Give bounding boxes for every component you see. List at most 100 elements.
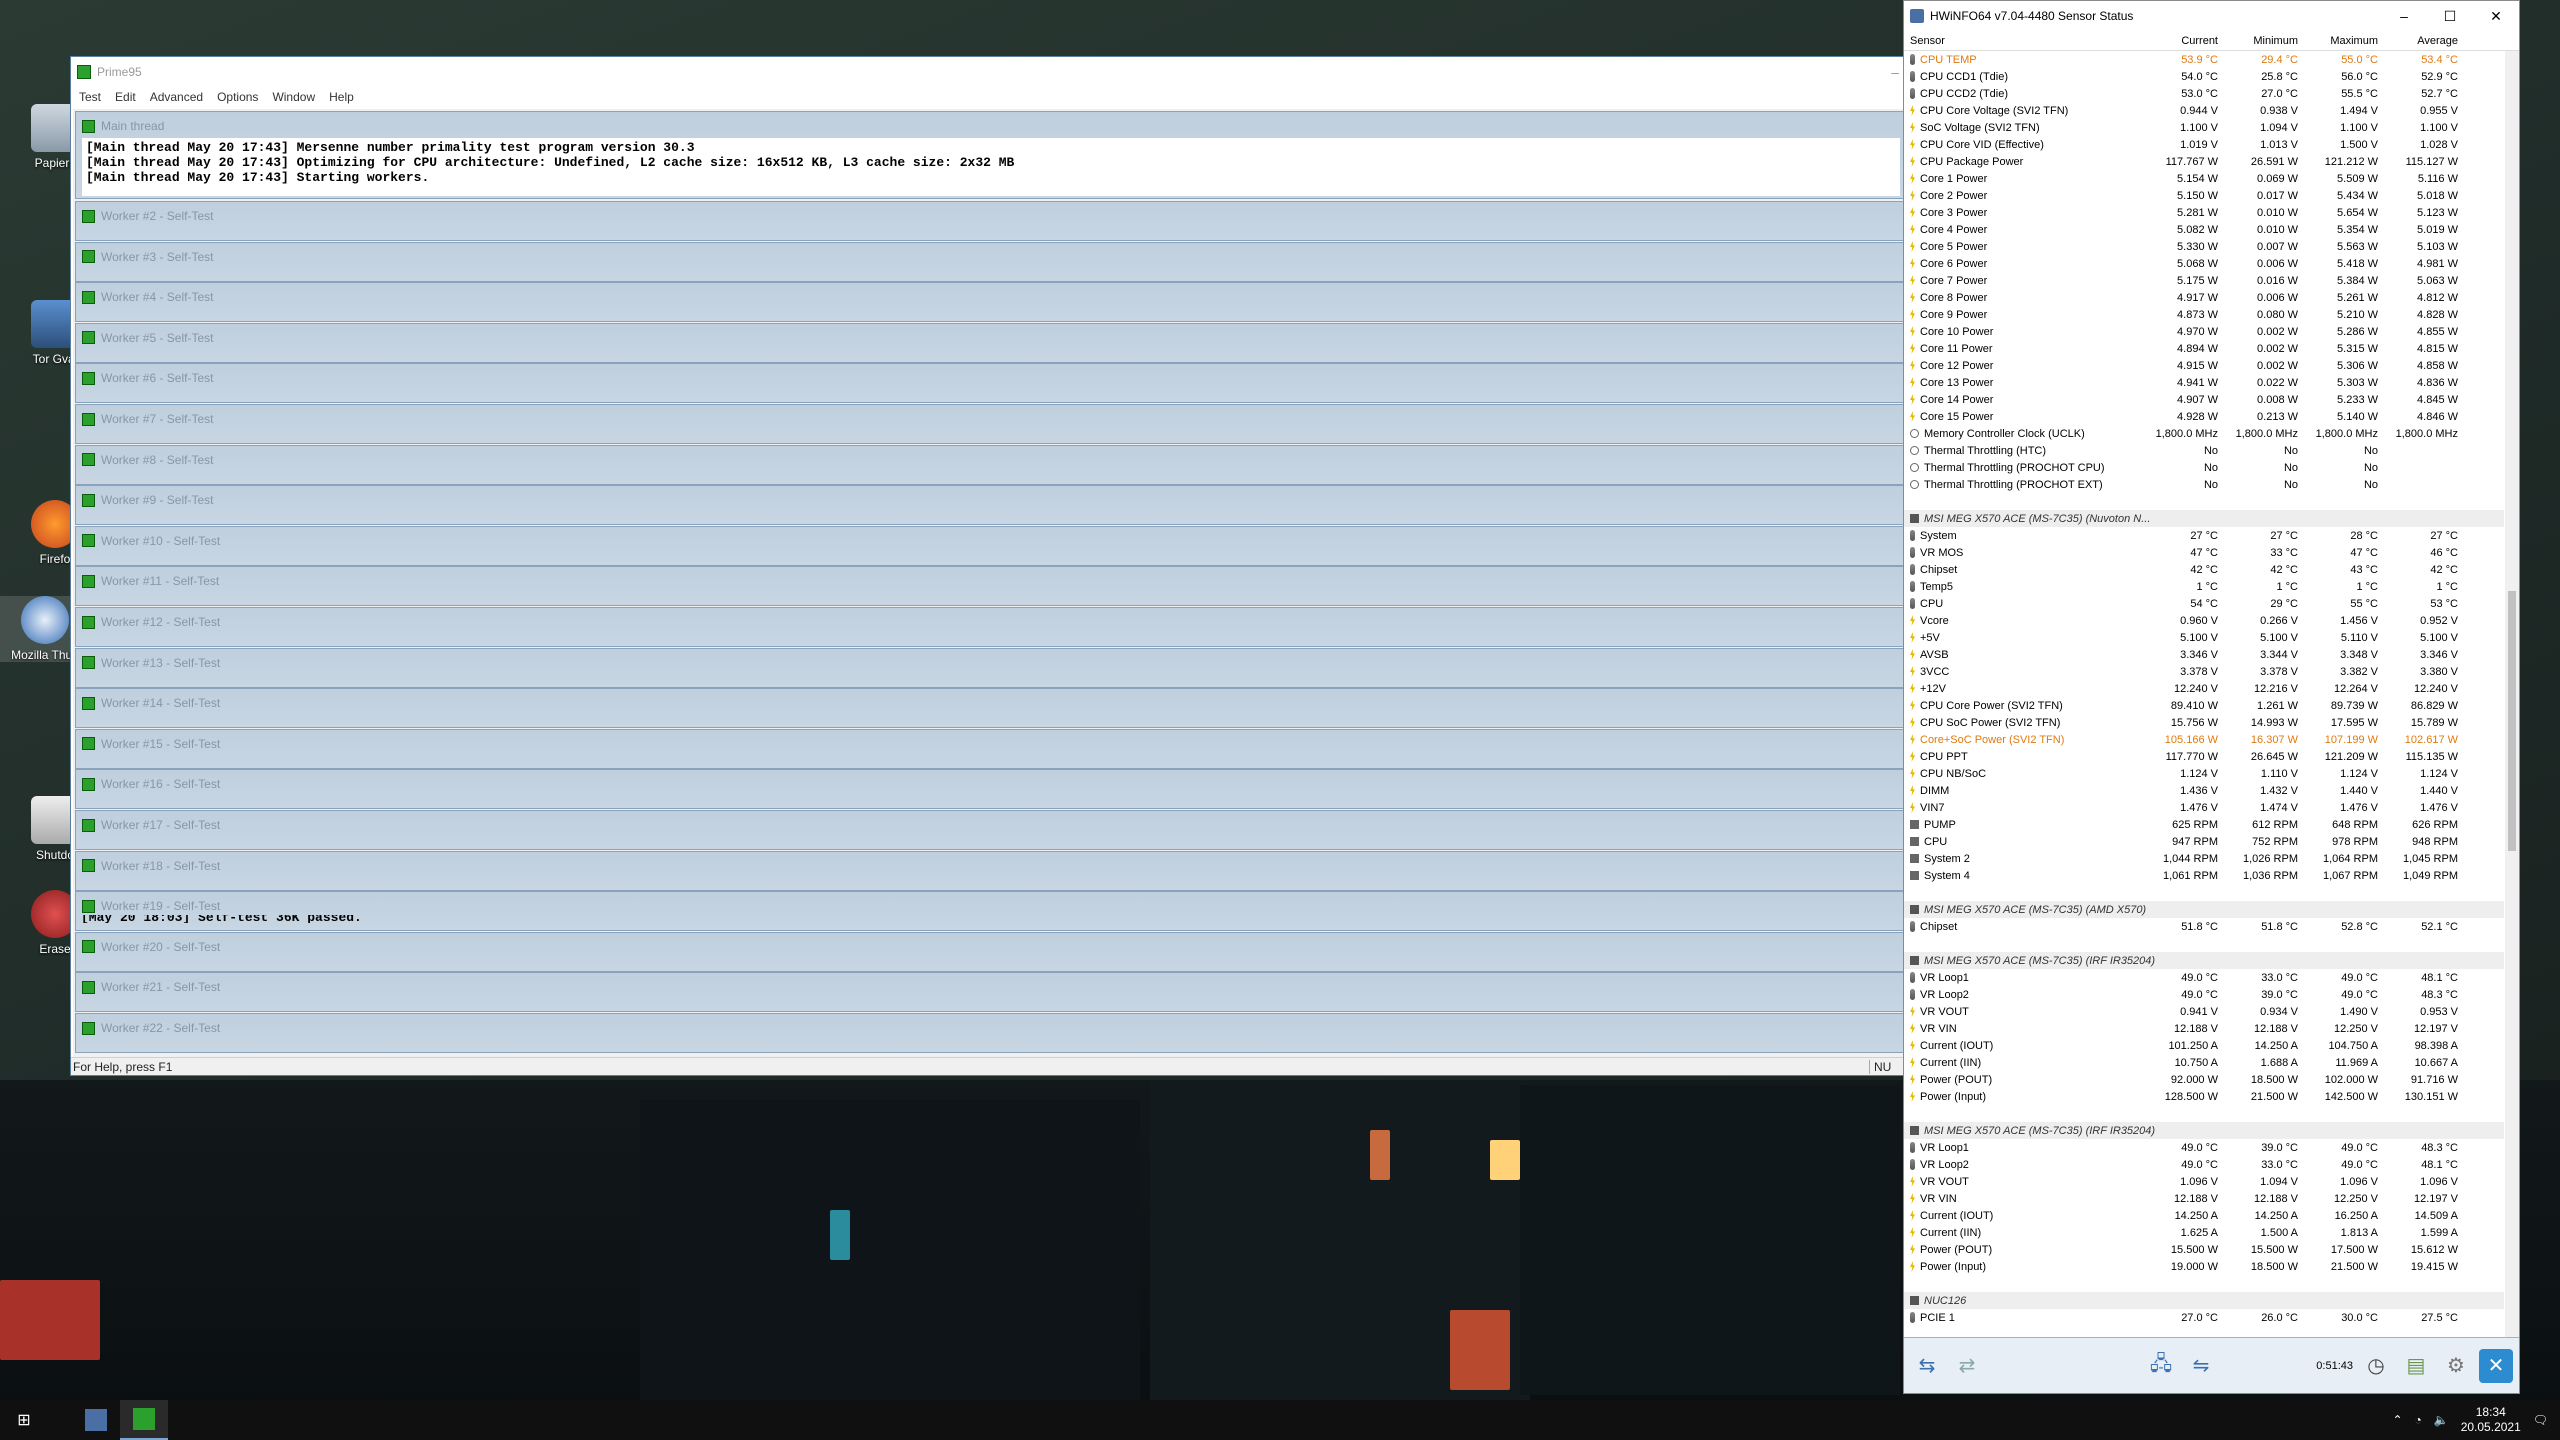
worker-caption[interactable]: Worker #11 - Self-Test [76,567,1906,595]
maximize-button[interactable]: ☐ [2427,8,2473,25]
sensor-row[interactable]: Chipset 51.8 °C 51.8 °C 52.8 °C 52.1 °C [1904,918,2504,935]
worker-caption[interactable]: Worker #2 - Self-Test [76,202,1906,230]
sensor-row[interactable]: Current (IIN) 10.750 A 1.688 A 11.969 A 10.6… [1904,1054,2504,1071]
arrows-left-right-icon[interactable]: ⇆ [1910,1349,1944,1383]
sensor-row[interactable]: Vcore 0.960 V 0.266 V 1.456 V 0.952 V [1904,612,2504,629]
sensor-row[interactable]: Core 12 Power 4.915 W 0.002 W 5.306 W 4.858 … [1904,357,2504,374]
worker-caption[interactable]: Worker #14 - Self-Test [76,689,1906,717]
sensor-row[interactable]: VIN7 1.476 V 1.474 V 1.476 V 1.476 V [1904,799,2504,816]
sensor-row[interactable]: Core 6 Power 5.068 W 0.006 W 5.418 W 4.981 W [1904,255,2504,272]
sensor-row[interactable]: Power (Input) 19.000 W 18.500 W 21.500 W 19.… [1904,1258,2504,1275]
sensor-row[interactable]: VR Loop2 49.0 °C 33.0 °C 49.0 °C 48.1 °C [1904,1156,2504,1173]
sensor-row[interactable]: System 27 °C 27 °C 28 °C 27 °C [1904,527,2504,544]
sensor-group-header[interactable]: MSI MEG X570 ACE (MS-7C35) (Nuvoton N... [1904,510,2504,527]
sensor-row[interactable]: CPU Package Power 117.767 W 26.591 W 121.21… [1904,153,2504,170]
scrollbar-thumb[interactable] [2508,591,2516,851]
sensor-row[interactable]: PUMP 625 RPM 612 RPM 648 RPM 626 RPM [1904,816,2504,833]
sensor-row[interactable]: VR VOUT 1.096 V 1.094 V 1.096 V 1.096 V [1904,1173,2504,1190]
sensor-row[interactable]: Power (POUT) 92.000 W 18.500 W 102.000 W 91.… [1904,1071,2504,1088]
hwinfo-window[interactable]: HWiNFO64 v7.04-4480 Sensor Status – ☐ ✕ … [1903,0,2520,1394]
worker-caption[interactable]: Worker #4 - Self-Test [76,283,1906,311]
sensor-row[interactable]: VR Loop2 49.0 °C 39.0 °C 49.0 °C 48.3 °C [1904,986,2504,1003]
worker-window[interactable]: Worker #8 - Self-Test [75,444,1907,485]
sensor-row[interactable]: CPU Core Voltage (SVI2 TFN) 0.944 V 0.938 … [1904,102,2504,119]
prime95-window[interactable]: Prime95 – Test Edit Advanced Options Win… [70,56,1910,1076]
worker-caption[interactable]: Worker #5 - Self-Test [76,324,1906,352]
sensor-row[interactable]: Core 7 Power 5.175 W 0.016 W 5.384 W 5.063 W [1904,272,2504,289]
network-tray-icon[interactable]: ◔ [2415,1413,2422,1427]
sensor-row[interactable]: Power (POUT) 15.500 W 15.500 W 17.500 W 15.6… [1904,1241,2504,1258]
menu-advanced[interactable]: Advanced [150,90,203,104]
menu-window[interactable]: Window [272,90,315,104]
column-header-minimum[interactable]: Minimum [2224,35,2304,47]
worker-window[interactable]: Worker #4 - Self-Test [75,282,1907,323]
taskbar-app-hwinfo[interactable] [72,1400,120,1440]
sensor-row[interactable]: System 4 1,061 RPM 1,036 RPM 1,067 RPM 1,049… [1904,867,2504,884]
close-sensors-icon[interactable]: ✕ [2479,1348,2513,1383]
worker-window[interactable]: Worker #13 - Self-Test [75,647,1907,688]
worker-window[interactable]: Worker #14 - Self-Test [75,688,1907,729]
sensor-row[interactable]: Core 2 Power 5.150 W 0.017 W 5.434 W 5.018 W [1904,187,2504,204]
sensor-row[interactable]: Chipset 42 °C 42 °C 43 °C 42 °C [1904,561,2504,578]
worker-window[interactable]: Worker #20 - Self-Test [75,931,1907,972]
sensor-row[interactable]: +12V 12.240 V 12.216 V 12.264 V 12.240 V [1904,680,2504,697]
start-button[interactable]: ⊞ [0,1400,48,1440]
worker-window[interactable]: Worker #5 - Self-Test [75,322,1907,363]
column-header-sensor[interactable]: Sensor [1904,35,2144,47]
menu-test[interactable]: Test [79,90,101,104]
hwinfo-title-bar[interactable]: HWiNFO64 v7.04-4480 Sensor Status – ☐ ✕ [1904,1,2519,31]
worker-window[interactable]: Worker #7 - Self-Test [75,404,1907,444]
sensor-group-header[interactable]: MSI MEG X570 ACE (MS-7C35) (AMD X570) [1904,901,2504,918]
worker-caption[interactable]: Worker #6 - Self-Test [76,364,1906,392]
sensor-row[interactable]: VR VOUT 0.941 V 0.934 V 1.490 V 0.953 V [1904,1003,2504,1020]
minimize-button[interactable]: – [1891,64,1899,80]
sensor-group-header[interactable]: MSI MEG X570 ACE (MS-7C35) (IRF IR35204) [1904,1122,2504,1139]
sensor-group-header[interactable]: NUC126 [1904,1292,2504,1309]
worker-window[interactable]: Worker #3 - Self-Test [75,241,1907,282]
taskbar-app-prime95[interactable] [120,1400,168,1440]
sensor-row[interactable]: DIMM 1.436 V 1.432 V 1.440 V 1.440 V [1904,782,2504,799]
sensor-row[interactable]: System 2 1,044 RPM 1,026 RPM 1,064 RPM 1,045… [1904,850,2504,867]
sensor-row[interactable]: Core 4 Power 5.082 W 0.010 W 5.354 W 5.019 W [1904,221,2504,238]
notification-icon[interactable]: 🗨 [2533,1413,2548,1427]
sensor-group-header[interactable]: MSI MEG X570 ACE (MS-7C35) (IRF IR35204) [1904,952,2504,969]
sensor-row[interactable]: Core 8 Power 4.917 W 0.006 W 5.261 W 4.812 W [1904,289,2504,306]
sensor-scrollbar[interactable] [2505,51,2519,1337]
sensor-row[interactable]: Power (Input) 128.500 W 21.500 W 142.500 W 1… [1904,1088,2504,1105]
add-report-icon[interactable]: ▤ [2399,1349,2433,1383]
worker-caption[interactable]: Worker #20 - Self-Test [76,933,1906,961]
sensor-row[interactable]: VR VIN 12.188 V 12.188 V 12.250 V 12.197 V [1904,1190,2504,1207]
sensor-row[interactable]: VR Loop1 49.0 °C 39.0 °C 49.0 °C 48.3 °C [1904,1139,2504,1156]
worker-caption[interactable]: Worker #16 - Self-Test [76,770,1906,798]
sensor-row[interactable]: SoC Voltage (SVI2 TFN) 1.100 V 1.094 V 1.10… [1904,119,2504,136]
worker-window[interactable]: Worker #15 - Self-Test [75,728,1907,769]
worker-caption[interactable]: Worker #8 - Self-Test [76,446,1906,474]
worker-caption[interactable]: Worker #17 - Self-Test [76,811,1906,839]
column-header-maximum[interactable]: Maximum [2304,35,2384,47]
network-sync-icon[interactable]: ⇋ [2184,1349,2218,1383]
menu-options[interactable]: Options [217,90,258,104]
worker-window[interactable]: Worker #10 - Self-Test [75,525,1907,566]
sensor-row[interactable]: VR MOS 47 °C 33 °C 47 °C 46 °C [1904,544,2504,561]
sensor-row[interactable]: PCIE 1 27.0 °C 26.0 °C 30.0 °C 27.5 °C [1904,1309,2504,1326]
menu-edit[interactable]: Edit [115,90,136,104]
taskbar-clock[interactable]: 18:34 20.05.2021 [2461,1405,2521,1435]
worker-caption[interactable]: Worker #9 - Self-Test [76,486,1906,514]
worker-caption[interactable]: Worker #18 - Self-Test [76,852,1906,880]
worker-window[interactable]: Worker #16 - Self-Test [75,769,1907,810]
worker-caption[interactable]: Worker #21 - Self-Test [76,973,1906,1001]
worker-caption[interactable]: Worker #12 - Self-Test [76,608,1906,636]
sensor-row[interactable]: CPU SoC Power (SVI2 TFN) 15.756 W 14.993 W… [1904,714,2504,731]
menu-help[interactable]: Help [329,90,354,104]
sensor-row[interactable]: CPU CCD2 (Tdie) 53.0 °C 27.0 °C 55.5 °C 52.7… [1904,85,2504,102]
close-button[interactable]: ✕ [2473,8,2519,25]
settings-icon[interactable]: ⚙ [2439,1349,2473,1383]
column-header-average[interactable]: Average [2384,35,2464,47]
sensor-row[interactable]: Core 11 Power 4.894 W 0.002 W 5.315 W 4.815 … [1904,340,2504,357]
volume-icon[interactable]: 🔈 [2434,1413,2449,1427]
worker-window[interactable]: Worker #12 - Self-Test [75,607,1907,647]
sensor-row[interactable]: Current (IOUT) 101.250 A 14.250 A 104.750 A… [1904,1037,2504,1054]
worker-window[interactable]: Worker #18 - Self-Test [75,850,1907,891]
sensor-row[interactable]: Thermal Throttling (HTC) No No No [1904,442,2504,459]
worker-window[interactable]: Worker #2 - Self-Test [75,201,1907,241]
